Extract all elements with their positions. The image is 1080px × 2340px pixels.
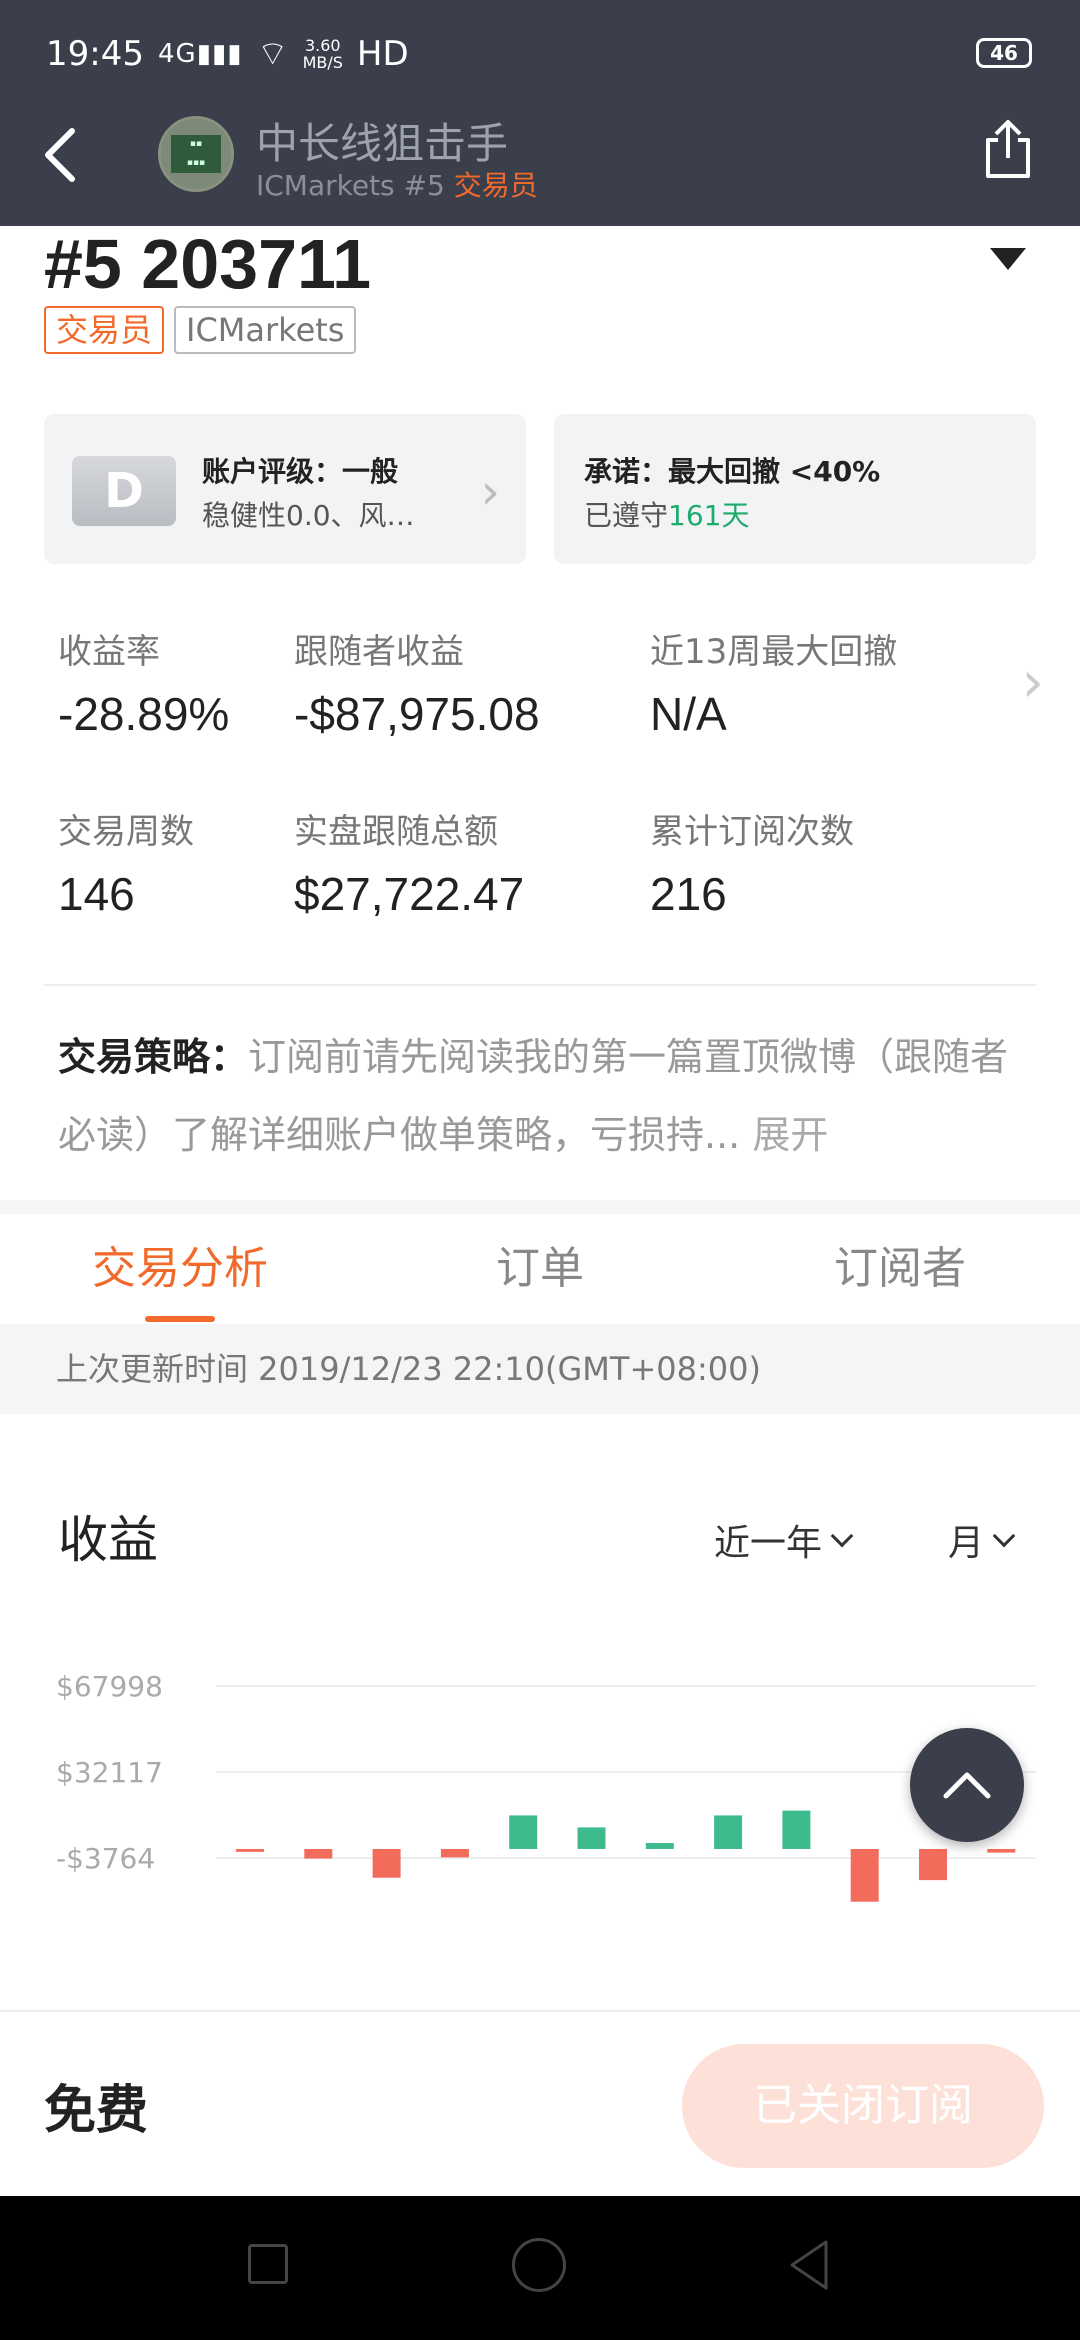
- chart-bar[interactable]: [714, 1815, 743, 1849]
- app-header: 19:45 4G▮▮▮ ⌔ 3.60 MB/S HD 46 ▪▪ ▪▪▪ 中长线狙击…: [0, 0, 1080, 226]
- back-nav-icon[interactable]: [786, 2238, 832, 2292]
- chart-bar[interactable]: [372, 1848, 401, 1878]
- range-select[interactable]: 近一年: [714, 1514, 854, 1566]
- account-dropdown-icon[interactable]: [990, 248, 1026, 270]
- chevron-down-icon: [830, 1524, 854, 1548]
- stat-follow-total: 实盘跟随总额 $27,722.47: [294, 812, 525, 920]
- recent-apps-icon[interactable]: [248, 2244, 288, 2284]
- stat-subscriptions: 累计订阅次数 216: [650, 812, 854, 920]
- section-separator: [0, 1200, 1080, 1214]
- share-icon: [986, 120, 1030, 178]
- network-speed: 3.60 MB/S: [302, 35, 343, 72]
- divider: [44, 984, 1036, 986]
- promise-subtitle: 已遵守161天: [584, 499, 750, 532]
- chevron-right-icon: ›: [480, 464, 500, 520]
- rating-badge: D: [72, 456, 176, 526]
- back-button[interactable]: [40, 120, 80, 190]
- hd-indicator: HD: [356, 33, 409, 74]
- chart-bar[interactable]: [509, 1815, 538, 1849]
- chart-bar[interactable]: [236, 1848, 264, 1852]
- y-tick-label: $67998: [56, 1670, 163, 1703]
- chevron-up-icon: [943, 1772, 991, 1799]
- rating-subtitle: 稳健性0.0、风…: [202, 499, 415, 532]
- wifi-icon: ⌔: [256, 34, 289, 74]
- stat-follower-profit: 跟随者收益 -$87,975.08: [294, 632, 540, 740]
- chevron-down-icon: [992, 1524, 1016, 1548]
- price-label: 免费: [44, 2081, 149, 2141]
- stat-weeks: 交易周数 146: [58, 812, 194, 920]
- chart-bar[interactable]: [782, 1810, 811, 1849]
- broker-tag: ICMarkets: [174, 306, 357, 354]
- y-tick-label: $32117: [56, 1756, 163, 1789]
- status-time: 19:45: [46, 33, 144, 74]
- stat-return: 收益率 -28.89%: [58, 632, 230, 740]
- promise-card: 承诺：最大回撤 <40% 已遵守161天: [554, 414, 1036, 564]
- tab-orders[interactable]: 订单: [360, 1214, 720, 1324]
- stats-chevron-right-icon[interactable]: ›: [1022, 650, 1044, 715]
- chart-bar[interactable]: [304, 1848, 333, 1859]
- signal-icon: 4G▮▮▮: [157, 38, 243, 69]
- strategy-text: 交易策略：订阅前请先阅读我的第一篇置顶微博（跟随者必读）了解详细账户做单策略，亏…: [58, 1035, 1009, 1157]
- profit-title: 收益: [58, 1511, 158, 1569]
- profit-chart: $67998 $32117 -$3764: [56, 1670, 1036, 1902]
- tab-subscribers[interactable]: 订阅者: [720, 1214, 1080, 1324]
- account-tags: 交易员 ICMarkets: [44, 306, 357, 354]
- chevron-left-icon: [45, 128, 75, 182]
- expand-link[interactable]: 展开: [752, 1113, 828, 1157]
- chart-bar[interactable]: [577, 1827, 606, 1849]
- role-tag: 交易员: [44, 306, 165, 354]
- last-updated: 上次更新时间 2019/12/23 22:10(GMT+08:00): [0, 1324, 1080, 1414]
- rating-card[interactable]: D 账户评级：一般 稳健性0.0、风… ›: [44, 414, 526, 564]
- rating-title: 账户评级：一般: [202, 455, 399, 488]
- subscribe-bar: 免费 已关闭订阅: [0, 2010, 1080, 2196]
- y-tick-label: -$3764: [56, 1842, 155, 1875]
- stat-max-drawdown: 近13周最大回撤 N/A: [650, 632, 898, 740]
- scroll-top-button[interactable]: [910, 1728, 1024, 1842]
- chart-bar[interactable]: [645, 1842, 674, 1849]
- avatar-image: ▪▪ ▪▪▪: [171, 135, 221, 173]
- avatar[interactable]: ▪▪ ▪▪▪: [158, 116, 234, 192]
- chart-bar[interactable]: [850, 1848, 879, 1902]
- tab-bar: 交易分析 订单 订阅者: [0, 1214, 1080, 1324]
- subscription-closed-button[interactable]: 已关闭订阅: [682, 2044, 1044, 2168]
- chart-bar[interactable]: [919, 1848, 947, 1881]
- promise-title: 承诺：最大回撤 <40%: [584, 455, 881, 488]
- period-select[interactable]: 月: [948, 1514, 1016, 1566]
- tab-analysis[interactable]: 交易分析: [0, 1214, 360, 1324]
- battery-icon: 46: [976, 38, 1032, 68]
- chart-bar[interactable]: [440, 1848, 469, 1858]
- status-bar: 19:45 4G▮▮▮ ⌔ 3.60 MB/S HD: [46, 32, 409, 75]
- chart-bar[interactable]: [987, 1848, 1016, 1853]
- share-button[interactable]: [980, 118, 1036, 182]
- trader-subtitle: ICMarkets #5 交易员: [256, 169, 538, 202]
- system-nav-bar: [0, 2196, 1080, 2340]
- home-icon[interactable]: [512, 2238, 566, 2292]
- trader-name: 中长线狙击手: [256, 119, 509, 168]
- account-number: #5 203711: [44, 225, 372, 303]
